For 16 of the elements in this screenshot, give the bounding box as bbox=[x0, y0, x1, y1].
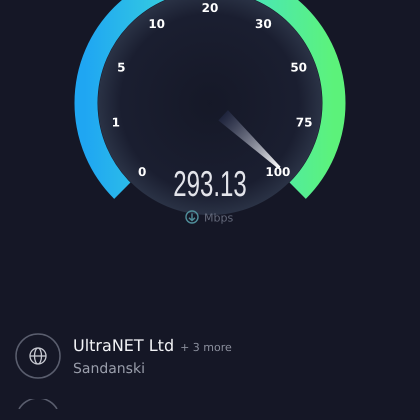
provider-name: UltraNET Ltd bbox=[73, 336, 174, 354]
scale-label: 75 bbox=[296, 116, 312, 130]
scale-label: 100 bbox=[265, 164, 290, 179]
scale-label: 10 bbox=[148, 17, 166, 32]
scale-label: 30 bbox=[254, 17, 272, 32]
scale-label: 1 bbox=[112, 116, 120, 130]
scale-label: 5 bbox=[117, 60, 126, 74]
unit-label: Mbps bbox=[204, 212, 234, 224]
download-icon bbox=[185, 210, 199, 224]
more-count: + 3 more bbox=[180, 340, 232, 354]
speed-reading: 293.13 bbox=[173, 164, 247, 204]
gauge-needle bbox=[218, 110, 280, 169]
scale-label: 0 bbox=[138, 164, 146, 179]
scale-label: 20 bbox=[202, 1, 218, 15]
server-location: Sandanski bbox=[73, 360, 146, 376]
scale-label: 50 bbox=[290, 60, 308, 74]
